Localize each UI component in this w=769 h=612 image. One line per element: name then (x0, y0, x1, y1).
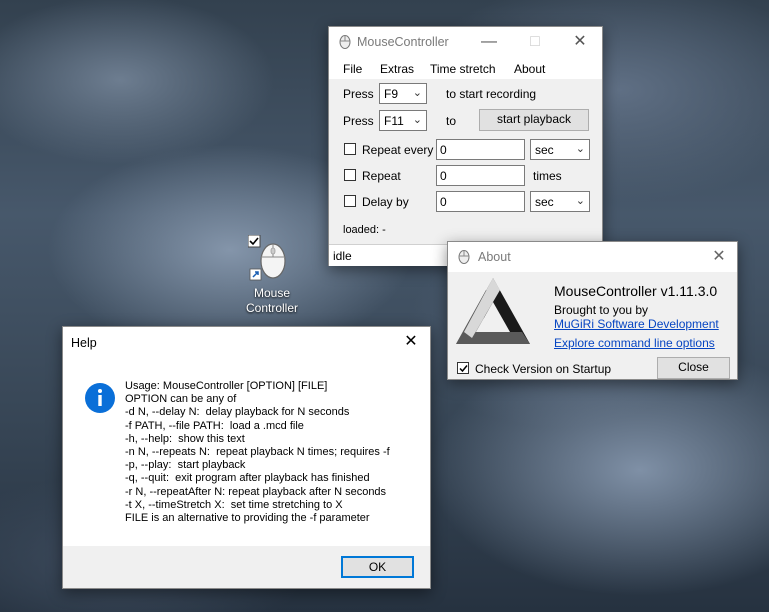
main-titlebar[interactable]: MouseController — □ ✕ (329, 27, 602, 57)
chevron-down-icon: ⌄ (412, 114, 422, 126)
chevron-down-icon: ⌄ (412, 87, 422, 99)
repeat-unit-label: times (533, 169, 562, 183)
close-button[interactable]: ✕ (700, 242, 738, 272)
record-press-label: Press (343, 87, 374, 101)
delay-by-input[interactable]: 0 (436, 191, 525, 212)
help-line: -n N, --repeats N: repeat playback N tim… (125, 446, 390, 459)
close-button[interactable]: ✕ (392, 327, 430, 357)
menu-about[interactable]: About (514, 62, 545, 76)
help-line: FILE is an alternative to providing the … (125, 512, 370, 525)
maximize-button: □ (530, 33, 540, 50)
playback-key-dropdown[interactable]: F11 ⌄ (379, 110, 427, 131)
main-window-title: MouseController (357, 35, 449, 49)
about-window-title: About (478, 250, 511, 264)
repeat-checkbox[interactable] (344, 169, 356, 181)
check-version-label: Check Version on Startup (475, 362, 612, 376)
help-line: -d N, --delay N: delay playback for N se… (125, 406, 350, 419)
desktop-icon-label-line2: Controller (245, 301, 299, 315)
close-button[interactable]: ✕ (557, 27, 603, 57)
mouse-icon (248, 235, 286, 281)
delay-by-checkbox[interactable] (344, 195, 356, 207)
delay-by-unit-dropdown[interactable]: sec ⌄ (530, 191, 590, 212)
about-titlebar[interactable]: About ✕ (448, 242, 737, 272)
help-line: Usage: MouseController [OPTION] [FILE] (125, 380, 328, 392)
about-close-button[interactable]: Close (657, 357, 730, 379)
help-footer: OK (63, 546, 430, 588)
company-link[interactable]: MuGiRi Software Development (554, 317, 719, 331)
info-icon (85, 383, 115, 413)
playback-press-label: Press (343, 114, 374, 128)
menu-time-stretch[interactable]: Time stretch (430, 62, 496, 76)
repeat-every-input[interactable]: 0 (436, 139, 525, 160)
delay-by-label: Delay by (362, 195, 409, 209)
command-line-options-link[interactable]: Explore command line options (554, 336, 715, 350)
menu-file[interactable]: File (343, 62, 362, 76)
help-line: -p, --play: start playback (125, 459, 246, 472)
checkmark-icon (459, 365, 468, 373)
about-brought-by: Brought to you by (554, 303, 649, 317)
playback-to-label: to (446, 114, 457, 128)
penrose-triangle-logo (456, 278, 530, 344)
about-app-name: MouseController v1.11.3.0 (554, 283, 718, 299)
chevron-down-icon: ⌄ (575, 195, 585, 207)
mouse-app-icon (339, 35, 351, 49)
start-playback-button[interactable]: start playback (479, 109, 589, 131)
desktop-icon-label-line1: Mouse (253, 286, 291, 300)
status-text: idle (333, 249, 352, 263)
repeat-every-unit-dropdown[interactable]: sec ⌄ (530, 139, 590, 160)
playback-key-value: F11 (384, 114, 404, 128)
menu-bar: File Extras Time stretch About (329, 57, 602, 79)
help-text: Usage: MouseController [OPTION] [FILE] O… (125, 380, 425, 525)
help-window: Help ✕ Usage: MouseController [OPTION] [… (62, 326, 431, 589)
main-window: MouseController — □ ✕ File Extras Time s… (328, 26, 603, 266)
loaded-label: loaded: - (343, 224, 386, 236)
menu-extras[interactable]: Extras (380, 62, 414, 76)
chevron-down-icon: ⌄ (575, 143, 585, 155)
help-line: -r N, --repeatAfter N: repeat playback a… (125, 485, 387, 498)
desktop-icon-mousecontroller[interactable]: Mouse Controller (236, 233, 308, 319)
help-line: -t X, --timeStretch X: set time stretchi… (125, 498, 343, 511)
repeat-every-checkbox[interactable] (344, 143, 356, 155)
repeat-every-unit-value: sec (535, 143, 554, 157)
help-titlebar[interactable]: Help ✕ (63, 327, 430, 359)
repeat-every-label: Repeat every (362, 143, 434, 157)
repeat-input[interactable]: 0 (436, 165, 525, 186)
about-window: About ✕ MouseController v1.11.3.0 Brough… (447, 241, 738, 380)
delay-by-unit-value: sec (535, 195, 554, 209)
record-key-value: F9 (384, 87, 399, 101)
help-line: OPTION can be any of (125, 393, 237, 406)
minimize-button[interactable]: — (466, 27, 512, 57)
repeat-label: Repeat (362, 169, 401, 183)
record-key-dropdown[interactable]: F9 ⌄ (379, 83, 427, 104)
record-suffix-label: to start recording (446, 87, 537, 101)
check-version-checkbox[interactable] (457, 362, 469, 374)
help-line: -f PATH, --file PATH: load a .mcd file (125, 419, 304, 432)
help-window-title: Help (71, 336, 97, 350)
mouse-app-icon (458, 250, 470, 264)
ok-button[interactable]: OK (341, 556, 414, 578)
help-line: -q, --quit: exit program after playback … (125, 472, 370, 485)
help-line: -h, --help: show this text (125, 432, 245, 445)
